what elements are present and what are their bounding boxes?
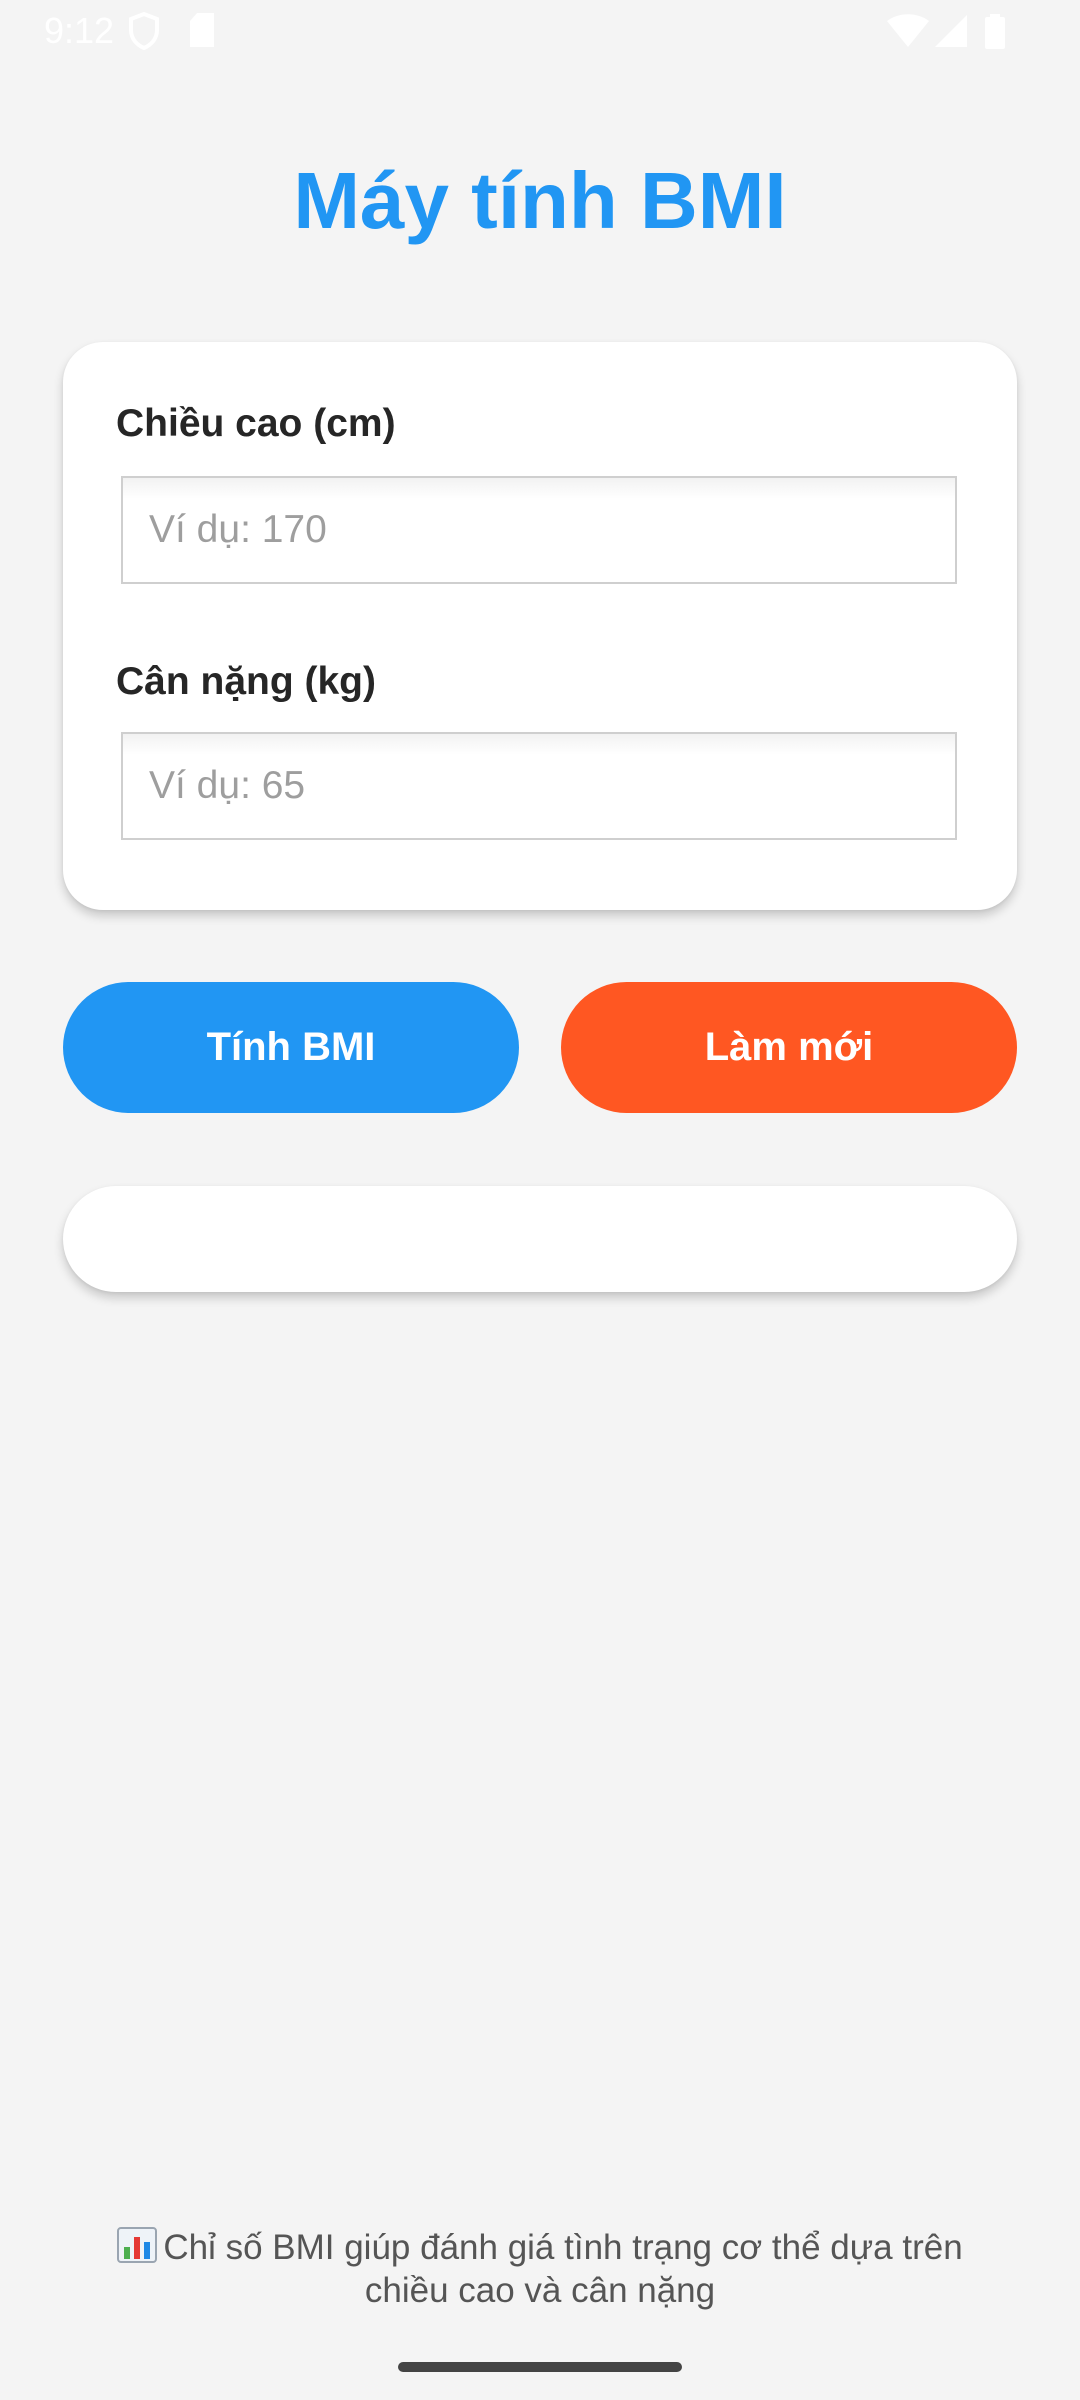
cellular-signal-icon	[934, 14, 968, 53]
wifi-icon	[886, 14, 930, 53]
home-indicator[interactable]	[398, 2362, 682, 2372]
footer-note-text: Chỉ số BMI giúp đánh giá tình trạng cơ t…	[163, 2228, 963, 2310]
bar-chart-icon	[117, 2227, 158, 2263]
footer-note: Chỉ số BMI giúp đánh giá tình trạng cơ t…	[80, 2226, 1000, 2312]
weight-input[interactable]: Ví dụ: 65	[121, 732, 957, 840]
status-time: 9:12	[44, 10, 115, 51]
shield-icon	[128, 11, 160, 55]
page-title: Máy tính BMI	[293, 156, 787, 245]
calculate-bmi-button[interactable]: Tính BMI	[63, 982, 519, 1113]
height-label: Chiều cao (cm)	[116, 402, 396, 445]
result-card	[63, 1186, 1017, 1292]
input-card: Chiều cao (cm) Ví dụ: 170 Cân nặng (kg) …	[63, 342, 1017, 910]
status-bar: 9:12	[0, 0, 1080, 64]
battery-icon	[984, 14, 1006, 55]
reset-button[interactable]: Làm mới	[561, 982, 1017, 1113]
weight-label: Cân nặng (kg)	[116, 660, 376, 703]
height-input[interactable]: Ví dụ: 170	[121, 476, 957, 584]
sd-card-icon	[188, 12, 216, 53]
